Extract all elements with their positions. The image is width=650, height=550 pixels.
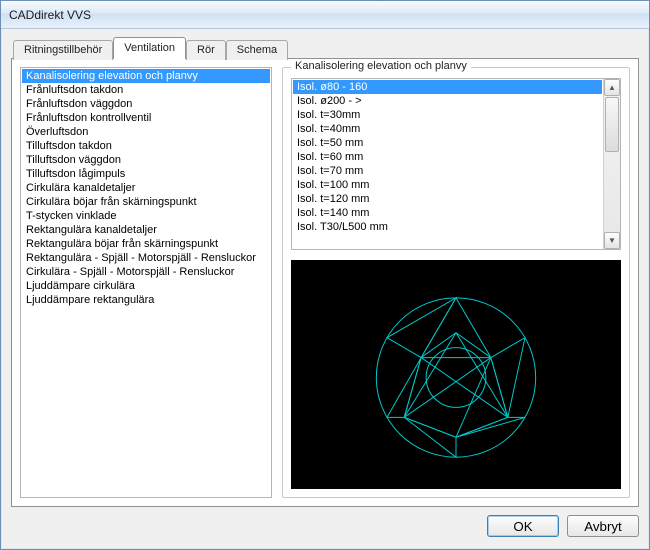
category-item[interactable]: Kanalisolering elevation och planvy bbox=[22, 69, 270, 83]
scroll-up-button[interactable]: ▲ bbox=[604, 79, 620, 96]
category-item[interactable]: Tilluftsdon väggdon bbox=[22, 153, 270, 167]
list-item[interactable]: Isol. t=140 mm bbox=[293, 206, 602, 220]
list-item[interactable]: Isol. ø80 - 160 bbox=[293, 80, 602, 94]
category-item[interactable]: Frånluftsdon takdon bbox=[22, 83, 270, 97]
category-item[interactable]: Cirkulära - Spjäll - Motorspjäll - Rensl… bbox=[22, 265, 270, 279]
category-item[interactable]: Cirkulära kanaldetaljer bbox=[22, 181, 270, 195]
window-title: CADdirekt VVS bbox=[9, 8, 91, 22]
list-item[interactable]: Isol. t=40mm bbox=[293, 122, 602, 136]
category-item[interactable]: Ljuddämpare rektangulära bbox=[22, 293, 270, 307]
category-item[interactable]: T-stycken vinklade bbox=[22, 209, 270, 223]
app-window: CADdirekt VVS Ritningstillbehör Ventilat… bbox=[0, 0, 650, 550]
list-item[interactable]: Isol. t=100 mm bbox=[293, 178, 602, 192]
tab-page: Kanalisolering elevation och planvyFrånl… bbox=[11, 58, 639, 507]
cancel-button[interactable]: Avbryt bbox=[567, 515, 639, 537]
category-item[interactable]: Rektangulära böjar från skärningspunkt bbox=[22, 237, 270, 251]
list-item[interactable]: Isol. T30/L500 mm bbox=[293, 220, 602, 234]
category-item[interactable]: Rektangulära kanaldetaljer bbox=[22, 223, 270, 237]
item-listbox[interactable]: Isol. ø80 - 160Isol. ø200 - >Isol. t=30m… bbox=[291, 78, 621, 250]
list-item[interactable]: Isol. t=60 mm bbox=[293, 150, 602, 164]
category-item[interactable]: Överluftsdon bbox=[22, 125, 270, 139]
tab-schema[interactable]: Schema bbox=[226, 40, 288, 60]
category-item[interactable]: Rektangulära - Spjäll - Motorspjäll - Re… bbox=[22, 251, 270, 265]
category-item[interactable]: Tilluftsdon lågimpuls bbox=[22, 167, 270, 181]
scroll-track[interactable] bbox=[604, 96, 620, 232]
category-item[interactable]: Frånluftsdon väggdon bbox=[22, 97, 270, 111]
category-listbox[interactable]: Kanalisolering elevation och planvyFrånl… bbox=[20, 67, 272, 498]
client-area: Ritningstillbehör Ventilation Rör Schema… bbox=[1, 29, 649, 549]
ok-button[interactable]: OK bbox=[487, 515, 559, 537]
category-item[interactable]: Frånluftsdon kontrollventil bbox=[22, 111, 270, 125]
preview-svg bbox=[291, 260, 621, 489]
group-title: Kanalisolering elevation och planvy bbox=[291, 60, 471, 72]
tab-ventilation[interactable]: Ventilation bbox=[113, 37, 186, 59]
list-item[interactable]: Isol. t=120 mm bbox=[293, 192, 602, 206]
cad-preview bbox=[291, 260, 621, 489]
tab-ror[interactable]: Rör bbox=[186, 40, 226, 60]
titlebar[interactable]: CADdirekt VVS bbox=[1, 1, 649, 29]
tab-ritningstillbehor[interactable]: Ritningstillbehör bbox=[13, 40, 113, 60]
category-item[interactable]: Cirkulära böjar från skärningspunkt bbox=[22, 195, 270, 209]
list-item[interactable]: Isol. t=30mm bbox=[293, 108, 602, 122]
vertical-scrollbar[interactable]: ▲ ▼ bbox=[603, 79, 620, 249]
category-item[interactable]: Ljuddämpare cirkulära bbox=[22, 279, 270, 293]
button-row: OK Avbryt bbox=[11, 515, 639, 537]
detail-group: Kanalisolering elevation och planvy Isol… bbox=[282, 67, 630, 498]
category-item[interactable]: Tilluftsdon takdon bbox=[22, 139, 270, 153]
detail-panel: Kanalisolering elevation och planvy Isol… bbox=[282, 67, 630, 498]
scroll-down-button[interactable]: ▼ bbox=[604, 232, 620, 249]
list-item[interactable]: Isol. ø200 - > bbox=[293, 94, 602, 108]
list-item[interactable]: Isol. t=70 mm bbox=[293, 164, 602, 178]
tab-row: Ritningstillbehör Ventilation Rör Schema bbox=[11, 37, 639, 59]
list-item[interactable]: Isol. t=50 mm bbox=[293, 136, 602, 150]
scroll-thumb[interactable] bbox=[605, 97, 619, 152]
